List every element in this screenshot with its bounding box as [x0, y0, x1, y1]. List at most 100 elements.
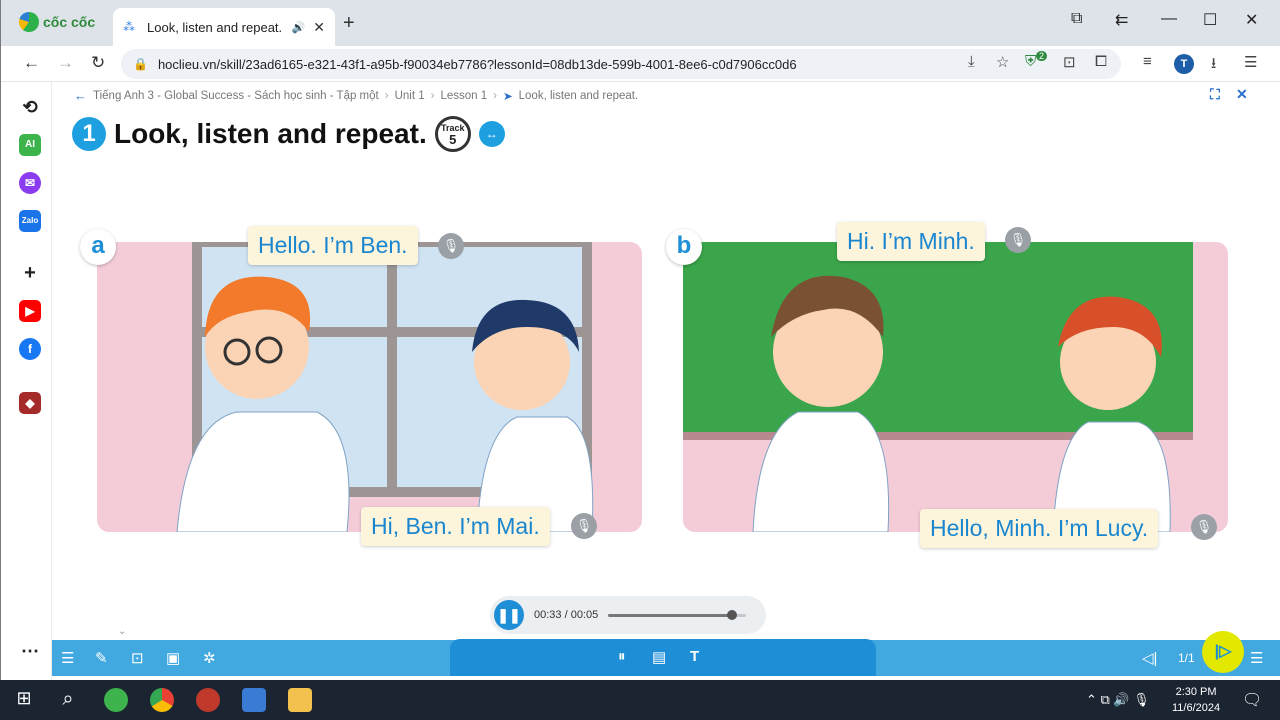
collapse-chevron-icon[interactable]: ⌄	[118, 626, 126, 637]
bug-icon[interactable]: ✲	[203, 649, 216, 667]
scene-a-illustration	[176, 242, 594, 532]
minimize-icon[interactable]: —	[1161, 10, 1177, 28]
previous-page-icon[interactable]: ◁|	[1142, 649, 1157, 667]
notification-icon[interactable]: 🗨	[1242, 690, 1262, 710]
forward-icon[interactable]: →	[57, 53, 74, 73]
scene-a-picture	[97, 242, 642, 532]
audio-time: 00:33 / 00:05	[534, 609, 599, 621]
speech-bubble-b1: Hi. I’m Minh.	[837, 222, 985, 261]
chrome-icon[interactable]	[150, 688, 174, 712]
extension-badge: 2	[1036, 51, 1048, 61]
facebook-icon[interactable]: f	[19, 338, 41, 360]
profile-avatar[interactable]: T	[1174, 54, 1194, 74]
shield-extension-icon[interactable]: ⛨	[1025, 53, 1036, 70]
track-number: 5	[449, 132, 457, 147]
scene-b-badge: b	[666, 229, 702, 265]
tab-close-icon[interactable]: ✕	[313, 19, 325, 36]
audio-progress-fill	[608, 613, 733, 617]
close-lesson-icon[interactable]: ✕	[1236, 86, 1248, 103]
browser-sidebar: ⟲ AI ✉ Zalo + ▶ f ◆ ⋯	[2, 82, 52, 680]
screenshot-icon[interactable]: ⧉	[1071, 10, 1082, 28]
breadcrumb-back-icon[interactable]: ←	[74, 88, 87, 103]
clock[interactable]: 2:30 PM 11/6/2024	[1172, 684, 1220, 716]
back-icon[interactable]: ←	[23, 53, 40, 73]
speech-bubble-b2: Hello, Minh. I’m Lucy.	[920, 509, 1159, 548]
record-mic-icon-a2[interactable]: 🎙	[571, 513, 597, 539]
lock-icon[interactable]: 🔒	[133, 57, 148, 71]
url-text: hoclieu.vn/skill/23ad6165-e321-43f1-a95b…	[157, 56, 797, 72]
windows-start-icon[interactable]: ⊞	[12, 688, 36, 712]
app-icon[interactable]	[196, 688, 220, 712]
translate-icon[interactable]: ⊡	[1063, 53, 1076, 71]
zalo-icon[interactable]: Zalo	[19, 210, 41, 232]
ai-icon[interactable]: AI	[19, 134, 41, 156]
speech-bubble-a2: Hi, Ben. I’m Mai.	[361, 507, 550, 546]
image-icon[interactable]: ▣	[166, 649, 180, 667]
browser-window: cốc cốc ⁂ Look, listen and repeat. | 🔊 ✕…	[0, 0, 1280, 680]
breadcrumb-book[interactable]: Tiếng Anh 3 - Global Success - Sách học …	[93, 90, 379, 102]
select-icon[interactable]: ⊡	[131, 649, 144, 667]
bookmark-star-icon[interactable]: ☆	[996, 53, 1009, 71]
next-page-button[interactable]: |▷	[1202, 631, 1244, 673]
more-icon[interactable]: ⋯	[19, 640, 41, 662]
pen-icon[interactable]: ✎	[95, 649, 108, 667]
toolbar-center: ⏸ ▤ T	[450, 639, 876, 676]
extensions-puzzle-icon[interactable]: ⧠	[1095, 53, 1107, 70]
tab-strip: cốc cốc ⁂ Look, listen and repeat. | 🔊 ✕…	[1, 0, 1280, 46]
swap-icon[interactable]: ↔	[478, 121, 505, 147]
speech-bubble-a1: Hello. I’m Ben.	[248, 226, 418, 265]
downloads-icon[interactable]: ⭳	[1211, 53, 1216, 78]
audio-seek-handle[interactable]	[727, 609, 738, 620]
send-icon: ➤	[503, 90, 513, 103]
breadcrumb-current: Look, listen and repeat.	[518, 89, 639, 102]
file-explorer-icon[interactable]	[288, 688, 312, 712]
breadcrumb-separator: ›	[493, 89, 497, 102]
address-toolbar: ← → ↻ 🔒 hoclieu.vn/skill/23ad6165-e321-4…	[1, 46, 1280, 82]
clock-date: 11/6/2024	[1172, 702, 1221, 714]
youtube-icon[interactable]: ▶	[19, 300, 41, 322]
tab-search-icon[interactable]: ⇇	[1115, 10, 1128, 30]
track-headphones-icon[interactable]: Track 5	[434, 116, 471, 152]
clock-time: 2:30 PM	[1175, 686, 1217, 698]
breadcrumb-lesson[interactable]: Lesson 1	[440, 90, 487, 102]
add-sidebar-app-icon[interactable]: +	[19, 262, 41, 284]
outline-list-icon[interactable]: ☰	[1250, 649, 1263, 667]
audio-progress-bar[interactable]	[608, 609, 747, 620]
record-mic-icon-b2[interactable]: 🎙	[1191, 514, 1217, 540]
store-icon[interactable]	[242, 688, 266, 712]
browser-tab[interactable]: ⁂ Look, listen and repeat. | 🔊 ✕	[113, 8, 335, 46]
page-indicator: 1/1	[1178, 651, 1195, 665]
game-icon[interactable]: ◆	[19, 392, 41, 414]
pause-icon[interactable]: ❚❚	[494, 600, 524, 630]
tab-audio-icon[interactable]: 🔊	[292, 21, 306, 34]
coccoc-taskbar-icon[interactable]	[104, 688, 128, 712]
menu-icon[interactable]: ☰	[1244, 53, 1257, 71]
pause-circle-icon[interactable]: ⏸	[618, 648, 626, 665]
coccoc-logo[interactable]: cốc cốc	[19, 12, 95, 32]
text-icon[interactable]: T	[690, 648, 699, 665]
list-icon[interactable]: ☰	[61, 649, 74, 667]
close-window-icon[interactable]: ✕	[1245, 10, 1258, 30]
record-mic-icon-b1[interactable]: 🎙	[1005, 227, 1031, 253]
coccoc-logo-icon	[19, 12, 39, 32]
record-mic-icon-a1[interactable]: 🎙	[438, 233, 464, 259]
film-icon[interactable]: ▤	[652, 648, 666, 666]
tab-favicon-icon: ⁂	[123, 20, 135, 34]
tray-icons[interactable]: ⌃ ⧉ 🔊 🎙	[1086, 692, 1150, 708]
activity-heading: 1 Look, listen and repeat. Track 5 ↔	[72, 116, 505, 152]
brand-name: cốc cốc	[43, 14, 96, 30]
activity-number: 1	[72, 117, 106, 151]
fullscreen-icon[interactable]: ⛶	[1210, 86, 1220, 103]
breadcrumb: ← Tiếng Anh 3 - Global Success - Sách họ…	[74, 88, 638, 103]
messenger-icon[interactable]: ✉	[19, 172, 41, 194]
new-tab-icon[interactable]: +	[343, 12, 355, 35]
history-icon[interactable]: ⟲	[19, 96, 41, 118]
scene-b-illustration	[683, 242, 1193, 532]
media-control-icon[interactable]: ≡	[1143, 53, 1152, 70]
install-icon[interactable]: ⤓	[968, 53, 975, 70]
maximize-icon[interactable]: ☐	[1203, 10, 1217, 30]
reload-icon[interactable]: ↻	[91, 53, 105, 73]
lesson-page: ← Tiếng Anh 3 - Global Success - Sách họ…	[52, 82, 1280, 638]
breadcrumb-unit[interactable]: Unit 1	[395, 90, 425, 102]
search-icon[interactable]: ⌕	[56, 688, 80, 712]
